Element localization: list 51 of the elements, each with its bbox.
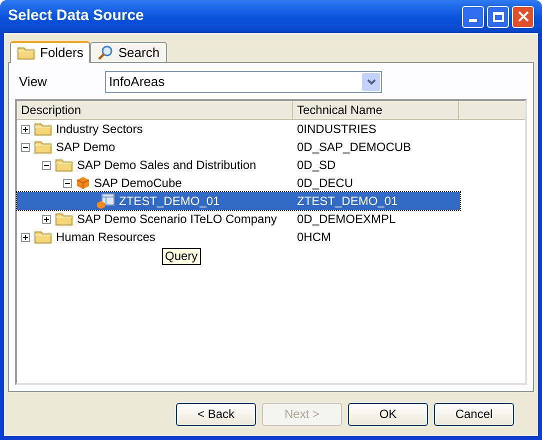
tree-item-label: SAP Demo Scenario ITeLO Company	[77, 211, 277, 228]
dialog-button[interactable]: OK	[348, 402, 428, 426]
column-header[interactable]: Description	[17, 101, 293, 119]
table-cell-text: 0INDUSTRIES	[296, 121, 376, 138]
collapse-toggle[interactable]	[21, 142, 30, 152]
tree-row[interactable]: Human Resources 0HCM	[17, 228, 460, 246]
folder-icon	[55, 158, 73, 172]
tab[interactable]: Folders	[10, 41, 90, 63]
dialog-button[interactable]: < Back	[176, 402, 256, 426]
folder-icon	[34, 140, 52, 154]
table-cell-text: ZTEST_DEMO_01	[296, 193, 398, 210]
expand-toggle[interactable]	[21, 232, 30, 242]
expand-toggle[interactable]	[42, 214, 51, 224]
view-dropdown[interactable]: InfoAreas	[105, 71, 382, 93]
tree-item-label: SAP Demo Sales and Distribution	[77, 157, 256, 174]
folder-icon	[34, 230, 52, 244]
cube-icon	[76, 176, 90, 190]
tree-item-label: Human Resources	[56, 229, 156, 246]
tree-item-label: Industry Sectors	[56, 121, 143, 138]
column-header[interactable]: Technical Name	[293, 101, 459, 119]
tree-row[interactable]: SAP Demo Sales and Distribution 0D_SD	[17, 156, 460, 174]
tree-item-label: SAP DemoCube	[94, 175, 182, 192]
close-button[interactable]	[512, 6, 534, 28]
table-cell-text: 0HCM	[296, 229, 332, 246]
view-label: View	[18, 73, 48, 92]
table-cell-text: 0D_DECU	[296, 175, 354, 192]
minimize-button[interactable]	[462, 6, 484, 28]
tab[interactable]: Search	[90, 42, 167, 62]
expand-toggle[interactable]	[21, 124, 30, 134]
tree-row[interactable]: SAP DemoCube 0D_DECU	[17, 174, 460, 192]
search-icon	[97, 44, 114, 60]
collapse-toggle[interactable]	[42, 160, 51, 170]
tooltip: Query	[162, 248, 201, 265]
tree-item-label: SAP Demo	[56, 139, 116, 156]
folder-icon	[17, 46, 35, 60]
query-icon	[97, 193, 115, 209]
folder-icon	[34, 122, 52, 136]
folder-icon	[55, 212, 73, 226]
window-title: Select Data Source	[8, 6, 145, 26]
close-icon	[518, 11, 528, 22]
tree-row[interactable]: ZTEST_DEMO_01 ZTEST_DEMO_01	[17, 192, 460, 210]
table-cell-text: 0D_DEMOEXMPL	[296, 211, 396, 228]
tree-item-label: ZTEST_DEMO_01	[119, 193, 220, 210]
dialog-button[interactable]: Cancel	[434, 402, 514, 426]
table-cell-text: 0D_SAP_DEMOCUB	[296, 139, 412, 156]
tree-row[interactable]: Industry Sectors 0INDUSTRIES	[17, 120, 460, 138]
tree-row[interactable]: SAP Demo Scenario ITeLO Company 0D_DEMOEXMPL	[17, 210, 460, 228]
tree-row[interactable]: SAP Demo 0D_SAP_DEMOCUB	[17, 138, 460, 156]
collapse-toggle[interactable]	[63, 178, 72, 188]
maximize-button[interactable]	[487, 6, 509, 28]
table-cell-text: 0D_SD	[296, 157, 336, 174]
